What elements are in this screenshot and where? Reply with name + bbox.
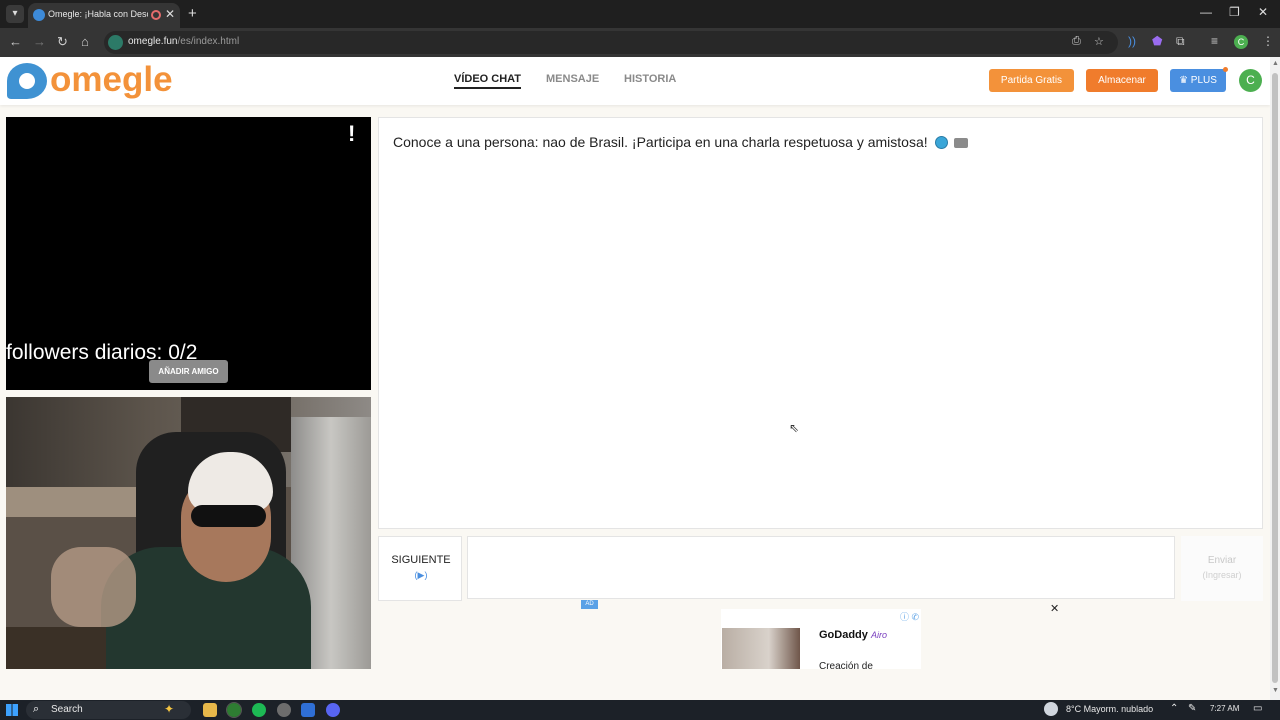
logo-icon[interactable]: [7, 63, 47, 99]
site-header: omegle VÍDEO CHAT MENSAJE HISTORIA Parti…: [0, 57, 1270, 105]
ad-info-icon[interactable]: ⓘ ✆: [900, 610, 919, 623]
report-button[interactable]: !: [348, 121, 355, 147]
ad-close-icon[interactable]: ✕: [1050, 602, 1059, 615]
window-minimize-button[interactable]: —: [1200, 5, 1212, 19]
extension-audio-icon[interactable]: )): [1128, 34, 1136, 48]
ad-banner[interactable]: ⓘ ✆ GoDaddy Airo Creación de: [721, 609, 921, 672]
site-info-icon[interactable]: [108, 35, 123, 50]
taskbar-search-label: Search: [51, 704, 83, 715]
camera-hand: [51, 547, 136, 627]
tab-title: Omegle: ¡Habla con Desconocidos!: [48, 9, 148, 19]
ad-text: Creación de: [819, 661, 873, 672]
message-input[interactable]: [467, 536, 1175, 599]
system-message: Conoce a una persona: nao de Brasil. ¡Pa…: [393, 134, 969, 150]
address-bar[interactable]: omegle.fun/es/index.html ⎙ ☆: [104, 31, 1118, 54]
scroll-down-icon[interactable]: ▼: [1272, 687, 1279, 694]
site-logo[interactable]: omegle: [50, 60, 173, 100]
self-camera-video: [6, 397, 371, 669]
star-icon[interactable]: ☆: [1094, 35, 1104, 48]
notification-icon[interactable]: ▭: [1253, 703, 1262, 714]
windows-taskbar: ⌕ Search ✦ 8°C Mayorm. nublado ⌃ ✎ 7:27 …: [0, 700, 1280, 720]
new-tab-plus-icon[interactable]: +: [188, 5, 197, 22]
extension-shield-icon[interactable]: ⬟: [1152, 34, 1162, 48]
url-text: omegle.fun/es/index.html: [128, 36, 240, 47]
web-page: omegle VÍDEO CHAT MENSAJE HISTORIA Parti…: [0, 57, 1270, 700]
extension-icon[interactable]: ⧉: [1176, 34, 1185, 49]
record-icon: [151, 10, 161, 20]
ad-badge: AD: [581, 600, 598, 609]
plus-button[interactable]: ♛ PLUS: [1170, 69, 1226, 92]
tab-close-icon[interactable]: ✕: [165, 7, 175, 21]
windows-start-icon[interactable]: [6, 704, 18, 716]
globe-icon: [934, 136, 948, 149]
browser-tab-strip: ▾ Omegle: ¡Habla con Desconocidos! ✕ + —…: [0, 0, 1280, 28]
nav-mensaje[interactable]: MENSAJE: [546, 73, 599, 85]
install-icon[interactable]: ⎙: [1072, 35, 1081, 48]
pen-icon[interactable]: ✎: [1188, 703, 1196, 714]
page-scrollbar[interactable]: ▲ ▼: [1270, 57, 1280, 700]
media-control-icon[interactable]: ≡: [1211, 34, 1218, 48]
browser-toolbar: ← → ↻ ⌂ omegle.fun/es/index.html ⎙ ☆: [0, 28, 1280, 57]
send-button[interactable]: Enviar (Ingresar): [1181, 536, 1263, 601]
tab-search-chevron-down-icon[interactable]: ▾: [6, 5, 24, 23]
home-icon[interactable]: ⌂: [81, 34, 89, 49]
scroll-thumb[interactable]: [1272, 73, 1278, 683]
spotify-icon[interactable]: [252, 703, 266, 717]
partida-gratis-button[interactable]: Partida Gratis: [989, 69, 1074, 92]
search-icon: ⌕: [33, 703, 40, 715]
browser-menu-icon[interactable]: ⋮: [1262, 34, 1274, 48]
profile-avatar[interactable]: C: [1239, 69, 1262, 92]
send-label: Enviar: [1207, 555, 1237, 566]
window-restore-button[interactable]: ❐: [1229, 5, 1240, 19]
nav-video-chat[interactable]: VÍDEO CHAT: [454, 73, 522, 89]
send-hint: (Ingresar): [1202, 570, 1242, 580]
next-label: SIGUIENTE: [391, 554, 451, 566]
copilot-spark-icon: ✦: [164, 702, 175, 716]
add-friend-button[interactable]: AÑADIR AMIGO: [149, 360, 228, 383]
chrome-icon[interactable]: [226, 702, 242, 718]
discord-icon[interactable]: [326, 703, 340, 717]
mouse-cursor-icon: ⇖: [789, 421, 800, 435]
back-icon[interactable]: ←: [9, 34, 22, 49]
chat-log: Conoce a una persona: nao de Brasil. ¡Pa…: [378, 117, 1263, 529]
chat-icon: [954, 138, 969, 148]
window-close-button[interactable]: ✕: [1258, 5, 1268, 19]
system-message-text: Conoce a una persona: nao de Brasil. ¡Pa…: [393, 134, 928, 150]
taskbar-search[interactable]: ⌕ Search ✦: [26, 701, 191, 719]
almacenar-button[interactable]: Almacenar: [1086, 69, 1158, 92]
camera-foreground: [6, 627, 106, 669]
notification-dot: [1223, 67, 1228, 72]
reload-icon[interactable]: ↻: [57, 34, 68, 50]
store-app-icon[interactable]: [301, 703, 315, 717]
stranger-video: ! followers diarios: 0/2 AÑADIR AMIGO: [6, 117, 371, 390]
forward-icon[interactable]: →: [33, 34, 46, 49]
file-explorer-icon[interactable]: [203, 703, 217, 717]
nav-historia[interactable]: HISTORIA: [624, 73, 676, 85]
scroll-up-icon[interactable]: ▲: [1272, 60, 1279, 67]
next-button[interactable]: SIGUIENTE (▶): [378, 536, 462, 601]
clock-app-icon[interactable]: [277, 703, 291, 717]
ad-image[interactable]: [722, 628, 800, 669]
browser-profile-icon[interactable]: C: [1234, 35, 1248, 49]
browser-tab-omegle[interactable]: Omegle: ¡Habla con Desconocidos! ✕: [28, 3, 180, 28]
tray-chevron-up-icon[interactable]: ⌃: [1170, 703, 1178, 714]
favicon-icon: [33, 9, 45, 21]
next-hint: (▶): [414, 570, 428, 580]
camera-glasses: [191, 505, 266, 527]
clock-time[interactable]: 7:27 AM: [1210, 704, 1239, 713]
ad-brand: GoDaddy Airo: [819, 629, 887, 641]
weather-text[interactable]: 8°C Mayorm. nublado: [1066, 704, 1153, 714]
weather-icon[interactable]: [1044, 702, 1058, 716]
